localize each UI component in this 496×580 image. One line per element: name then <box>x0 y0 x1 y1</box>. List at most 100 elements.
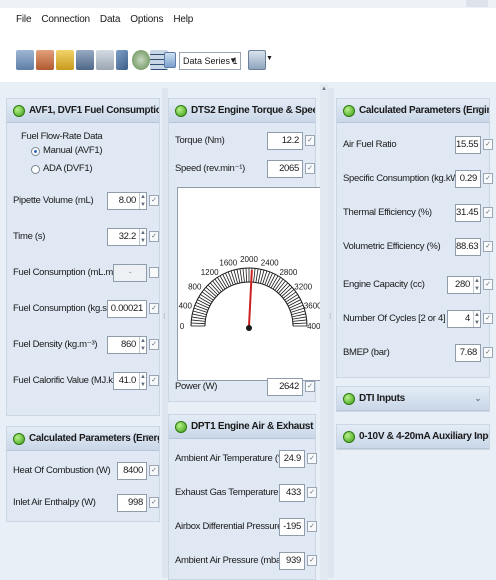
calorific-value-checkbox[interactable]: ✓ <box>149 375 159 386</box>
power-value: 2642 <box>267 378 303 396</box>
air-fuel-ratio-row: Air Fuel Ratio 15.55 ✓ <box>343 135 493 155</box>
menu-file[interactable]: File <box>16 12 32 28</box>
bmep-checkbox[interactable]: ✓ <box>483 347 493 358</box>
gauge-tick-label: 3200 <box>294 283 312 292</box>
gauge-tick-label: 3600 <box>304 301 320 310</box>
dti-panel-title: DTI Inputs <box>359 393 405 404</box>
fuel-panel-header[interactable]: AVF1, DVF1 Fuel Consumption ⌃ <box>7 99 159 123</box>
ambient-temp-checkbox[interactable]: ✓ <box>307 453 317 464</box>
speed-gauge: 0 400 800 12001600200024002800 3200 3600 4000 <box>177 187 325 381</box>
thermal-efficiency-row: Thermal Efficiency (%) 31.45 ✓ <box>343 203 493 223</box>
manual-radio[interactable] <box>31 147 40 156</box>
menu-help[interactable]: Help <box>173 12 193 28</box>
gauge-tick-mark <box>253 268 256 283</box>
disconnect-icon[interactable] <box>36 50 54 70</box>
fuel-consumption-ml-value: - <box>113 264 147 282</box>
calorific-value-stepper[interactable]: ▲ ▼ <box>139 373 146 389</box>
cycles-checkbox[interactable]: ✓ <box>483 313 493 324</box>
ambient-pressure-label: Ambient Air Pressure (mbar) <box>175 555 287 566</box>
pipette-volume-stepper[interactable]: ▲ ▼ <box>139 193 146 209</box>
fuel-consumption-panel: AVF1, DVF1 Fuel Consumption ⌃ Fuel Flow-… <box>6 98 160 416</box>
settings-icon[interactable] <box>132 50 150 70</box>
ada-radio[interactable] <box>31 165 40 174</box>
ambient-pressure-checkbox[interactable]: ✓ <box>307 555 317 566</box>
ambient-temp-value: 24.9 <box>279 450 305 468</box>
edit-icon[interactable] <box>116 50 128 70</box>
time-checkbox[interactable]: ✓ <box>149 231 159 242</box>
toolbar: Data Series 1 ▼ ▼ <box>0 42 496 76</box>
chart-icon[interactable] <box>164 52 176 68</box>
collapse-icon[interactable]: ⌃ <box>301 415 308 438</box>
right-splitter[interactable]: ⁝ <box>328 88 334 578</box>
collapse-icon[interactable]: ⌃ <box>145 427 152 450</box>
cycles-stepper[interactable]: ▲ ▼ <box>473 311 480 327</box>
expand-icon[interactable]: ⌄ <box>475 387 482 410</box>
air-panel-header[interactable]: DPT1 Engine Air & Exhaust ⌃ <box>169 415 315 439</box>
print-icon[interactable] <box>96 50 114 70</box>
open-icon[interactable] <box>56 50 74 70</box>
engine-panel-header[interactable]: Calculated Parameters (Engine) ⌃ <box>337 99 489 123</box>
volumetric-efficiency-value: 88.63 <box>455 238 481 256</box>
ada-label: ADA (DVF1) <box>43 163 93 174</box>
collapse-icon[interactable]: ⌃ <box>301 99 308 122</box>
menu-data[interactable]: Data <box>100 12 121 28</box>
specific-consumption-checkbox[interactable]: ✓ <box>483 173 493 184</box>
collapse-icon[interactable]: ⌃ <box>145 99 152 122</box>
gauge-tick-mark <box>255 268 259 283</box>
speed-checkbox[interactable]: ✓ <box>305 163 315 174</box>
data-series-select[interactable]: Data Series 1 ▼ <box>179 52 241 70</box>
speed-value: 2065 <box>267 160 303 178</box>
fuel-density-label: Fuel Density (kg.m⁻³) <box>13 339 98 350</box>
energy-panel: Calculated Parameters (Energy) ⌃ Heat Of… <box>6 426 160 522</box>
energy-panel-header[interactable]: Calculated Parameters (Energy) ⌃ <box>7 427 159 451</box>
pipette-volume-checkbox[interactable]: ✓ <box>149 195 159 206</box>
gauge-tick-label: 2800 <box>279 268 297 277</box>
gauge-tick-mark <box>236 269 241 284</box>
torque-checkbox[interactable]: ✓ <box>305 135 315 146</box>
heat-combustion-row: Heat Of Combustion (W) 8400 ✓ <box>13 461 159 481</box>
gauge-tick-label: 0 <box>180 322 185 331</box>
bmep-label: BMEP (bar) <box>343 347 390 358</box>
gauge-tick-mark <box>239 268 243 283</box>
heat-combustion-value: 8400 <box>117 462 147 480</box>
vertical-scrollbar[interactable]: ▲ <box>320 84 328 580</box>
export-icon[interactable] <box>248 50 266 70</box>
expand-icon[interactable]: ⌄ <box>475 425 482 448</box>
exhaust-temp-checkbox[interactable]: ✓ <box>307 487 317 498</box>
fuel-density-checkbox[interactable]: ✓ <box>149 339 159 350</box>
power-checkbox[interactable]: ✓ <box>305 381 315 392</box>
collapse-icon[interactable]: ⌃ <box>475 99 482 122</box>
aux-panel-header[interactable]: 0-10V & 4-20mA Auxiliary Inputs ⌄ <box>337 425 489 449</box>
torque-panel-header[interactable]: DTS2 Engine Torque & Speed ⌃ <box>169 99 315 123</box>
time-stepper[interactable]: ▲ ▼ <box>139 229 146 245</box>
dti-panel-header[interactable]: DTI Inputs ⌄ <box>337 387 489 411</box>
gauge-tick-label: 400 <box>179 301 193 310</box>
inlet-enthalpy-checkbox[interactable]: ✓ <box>149 497 159 508</box>
chevron-down-icon[interactable]: ▼ <box>266 55 273 62</box>
ambient-pressure-value: 939 <box>279 552 305 570</box>
menu-options[interactable]: Options <box>130 12 163 28</box>
pipette-volume-row: Pipette Volume (mL) 8.00 ▲ ▼ ✓ <box>13 191 159 211</box>
fuel-density-stepper[interactable]: ▲ ▼ <box>139 337 146 353</box>
save-icon[interactable] <box>76 50 94 70</box>
heat-combustion-checkbox[interactable]: ✓ <box>149 465 159 476</box>
volumetric-efficiency-checkbox[interactable]: ✓ <box>483 241 493 252</box>
status-indicator-icon <box>343 105 355 117</box>
engine-panel-title: Calculated Parameters (Engine) <box>359 105 489 116</box>
engine-panel: Calculated Parameters (Engine) ⌃ Air Fue… <box>336 98 493 378</box>
close-icon[interactable] <box>466 0 488 7</box>
energy-panel-title: Calculated Parameters (Energy) <box>29 433 159 444</box>
airbox-pressure-checkbox[interactable]: ✓ <box>307 521 317 532</box>
fuel-consumption-ml-row: Fuel Consumption (mL.min⁻¹) - <box>13 263 159 283</box>
engine-capacity-checkbox[interactable]: ✓ <box>483 279 493 290</box>
air-fuel-ratio-checkbox[interactable]: ✓ <box>483 139 493 150</box>
gauge-tick-mark <box>257 269 262 284</box>
engine-capacity-stepper[interactable]: ▲ ▼ <box>473 277 480 293</box>
fuel-consumption-kg-checkbox[interactable]: ✓ <box>149 303 159 314</box>
scroll-up-icon[interactable]: ▲ <box>321 86 327 92</box>
menu-connection[interactable]: Connection <box>41 12 90 28</box>
fuel-consumption-ml-checkbox[interactable] <box>149 267 159 278</box>
fuel-consumption-kg-label: Fuel Consumption (kg.s⁻¹) <box>13 303 118 314</box>
connect-icon[interactable] <box>16 50 34 70</box>
thermal-efficiency-checkbox[interactable]: ✓ <box>483 207 493 218</box>
